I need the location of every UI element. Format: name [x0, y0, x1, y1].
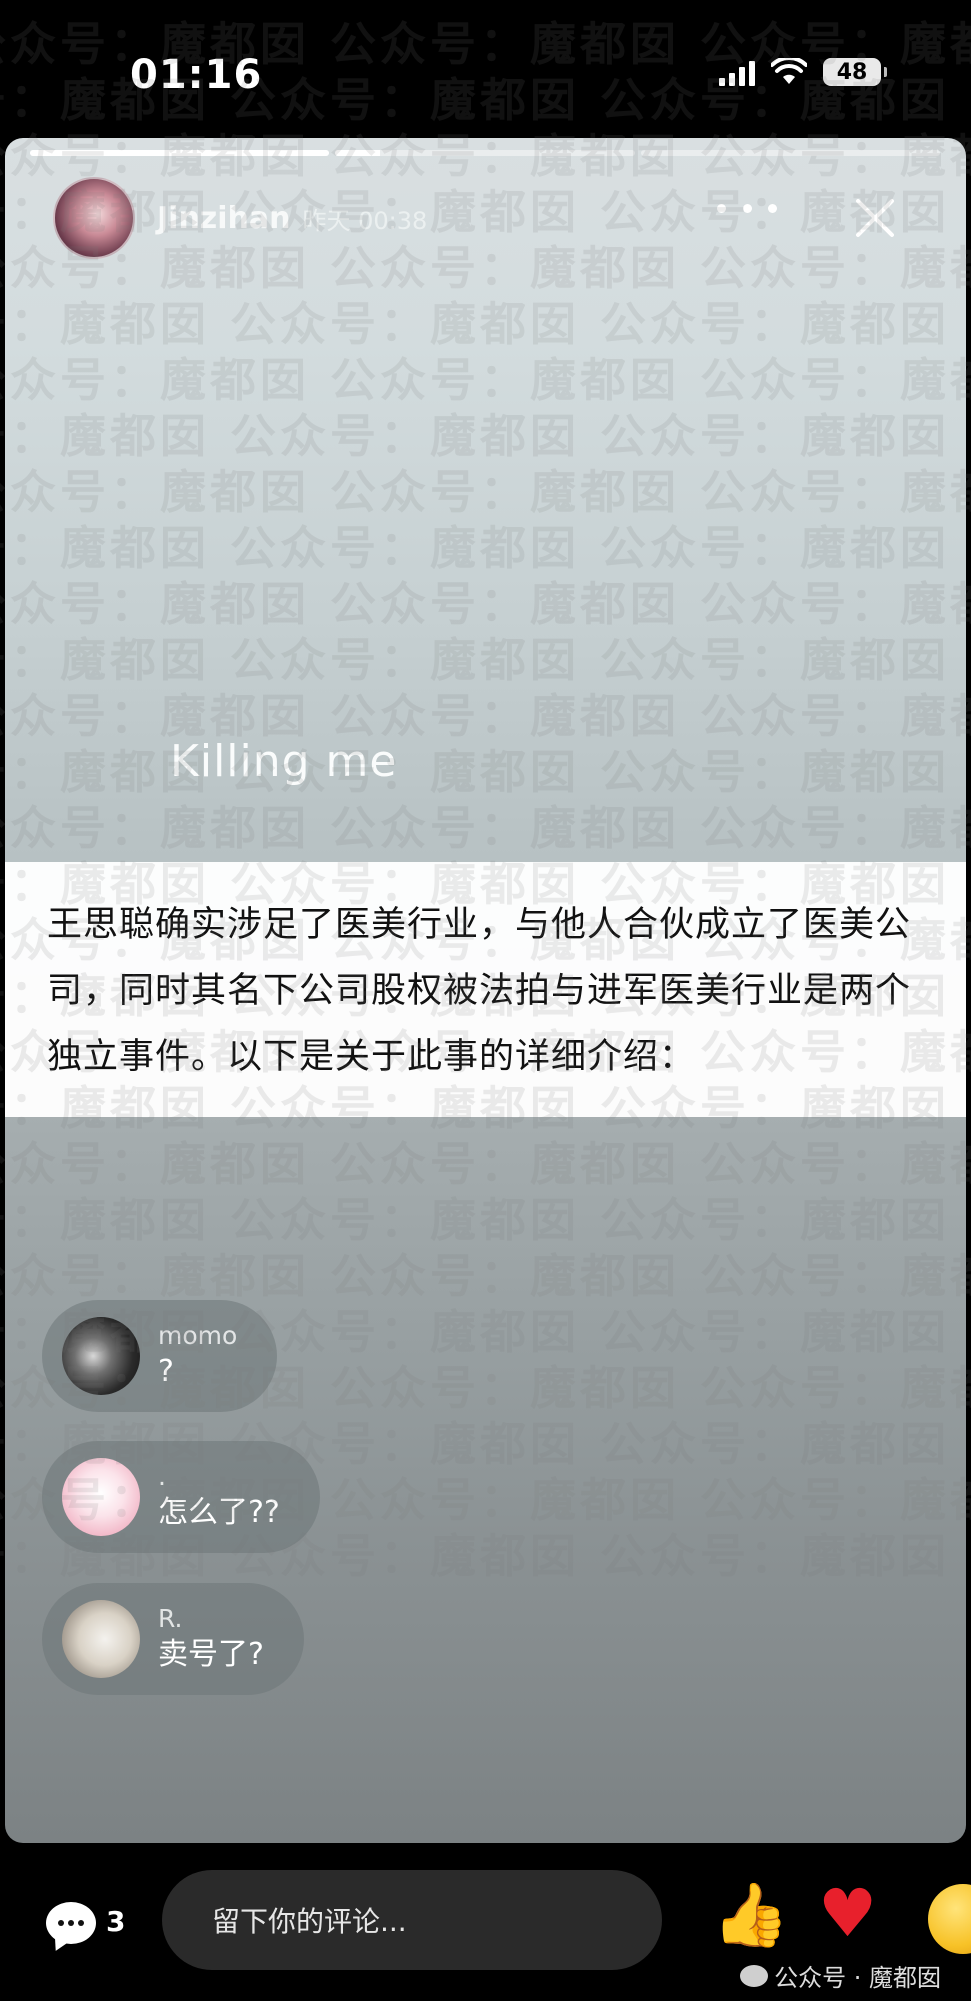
- song-text: Killing me: [170, 736, 398, 787]
- info-band: 王思聪确实涉足了医美行业，与他人合伙成立了医美公司，同时其名下公司股权被法拍与进…: [5, 862, 966, 1117]
- comment-author: R.: [158, 1604, 183, 1633]
- comment-body: . 怎么了??: [158, 1461, 280, 1533]
- info-text: 王思聪确实涉足了医美行业，与他人合伙成立了医美公司，同时其名下公司股权被法拍与进…: [47, 905, 912, 1077]
- source-text: 公众号 · 魔都囡: [774, 1964, 941, 1992]
- laughing-emoji-icon[interactable]: [928, 1884, 971, 1954]
- thumbs-up-icon[interactable]: 👍: [712, 1880, 789, 1950]
- dot-icon: [742, 203, 752, 213]
- username[interactable]: Jinzihan: [157, 201, 291, 236]
- progress-segment: [335, 150, 635, 156]
- status-time: 01:16: [130, 52, 263, 98]
- battery-level: 48: [836, 59, 868, 85]
- comment-bubble[interactable]: . 怎么了??: [42, 1441, 320, 1553]
- comment-input[interactable]: 留下你的评论...: [162, 1870, 662, 1970]
- comment-body: momo ?: [158, 1320, 237, 1392]
- progress-fill: [30, 150, 330, 156]
- dot-icon: [768, 203, 777, 213]
- comment-bubble-icon[interactable]: [46, 1902, 96, 1944]
- signal-icon: [719, 58, 755, 86]
- comment-author: momo: [158, 1321, 238, 1350]
- battery-icon: 48: [823, 58, 887, 86]
- dark-photo-avatar: [62, 1317, 140, 1395]
- hello-kitty-avatar: [62, 1458, 140, 1536]
- dot-icon: [717, 203, 726, 213]
- close-button[interactable]: [853, 196, 897, 240]
- heart-icon[interactable]: ♥: [818, 1876, 877, 1952]
- comment-author: .: [158, 1462, 166, 1491]
- avatar[interactable]: [53, 177, 135, 259]
- comment-text: 怎么了??: [158, 1495, 280, 1530]
- story-progress: [30, 150, 940, 156]
- comment-count: 3: [106, 1905, 126, 1938]
- more-options-button[interactable]: [717, 193, 777, 223]
- story-header: Jinzihan 昨天 00:38: [53, 177, 428, 259]
- comment-text: ?: [158, 1354, 174, 1389]
- bottom-bar: 3 留下你的评论... 👍 ♥ 公众号 · 魔都囡: [0, 1850, 971, 2001]
- progress-segment: [640, 150, 940, 156]
- wechat-icon: [740, 1964, 769, 1987]
- post-time: 昨天 00:38: [302, 206, 428, 235]
- comment-body: R. 卖号了?: [158, 1603, 264, 1675]
- comment-text: 卖号了?: [158, 1637, 264, 1672]
- status-icons: 48: [719, 58, 887, 86]
- status-bar: 01:16 48: [0, 0, 971, 140]
- wifi-icon: [771, 58, 807, 84]
- progress-fill: [335, 150, 381, 156]
- source-label: 公众号 · 魔都囡: [740, 1958, 941, 1993]
- comment-bubble[interactable]: momo ?: [42, 1300, 278, 1412]
- progress-segment: [30, 150, 330, 156]
- girl-photo-avatar: [62, 1600, 140, 1678]
- comment-bubble[interactable]: R. 卖号了?: [42, 1583, 304, 1695]
